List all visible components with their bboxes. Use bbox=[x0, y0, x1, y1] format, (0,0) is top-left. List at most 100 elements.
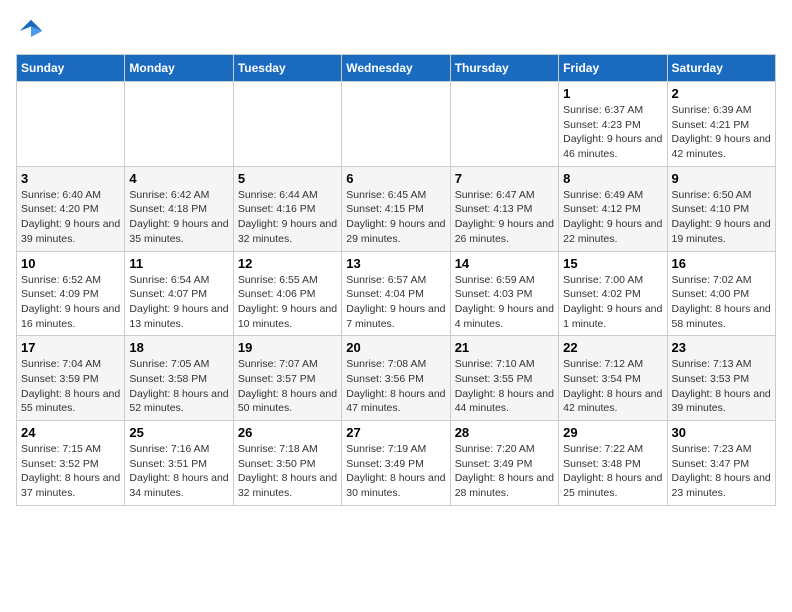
day-number: 17 bbox=[21, 340, 120, 355]
header-row: SundayMondayTuesdayWednesdayThursdayFrid… bbox=[17, 55, 776, 82]
calendar-header: SundayMondayTuesdayWednesdayThursdayFrid… bbox=[17, 55, 776, 82]
day-number: 2 bbox=[672, 86, 771, 101]
calendar-cell bbox=[233, 82, 341, 167]
calendar-week-row: 1Sunrise: 6:37 AMSunset: 4:23 PMDaylight… bbox=[17, 82, 776, 167]
calendar-cell: 20 Sunrise: 7:08 AMSunset: 3:56 PMDayligh… bbox=[342, 336, 450, 421]
day-info: Sunrise: 7:19 AMSunset: 3:49 PMDaylight:… bbox=[346, 442, 445, 501]
day-info: Sunrise: 6:54 AMSunset: 4:07 PMDaylight:… bbox=[129, 273, 228, 332]
calendar-cell: 2 Sunrise: 6:39 AMSunset: 4:21 PMDaylight… bbox=[667, 82, 775, 167]
calendar-cell: 7Sunrise: 6:47 AMSunset: 4:13 PMDaylight… bbox=[450, 166, 558, 251]
calendar-week-row: 3 Sunrise: 6:40 AMSunset: 4:20 PMDaylight… bbox=[17, 166, 776, 251]
calendar-cell: 28 Sunrise: 7:20 AMSunset: 3:49 PMDayligh… bbox=[450, 421, 558, 506]
calendar-cell: 23 Sunrise: 7:13 AMSunset: 3:53 PMDayligh… bbox=[667, 336, 775, 421]
header-day: Friday bbox=[559, 55, 667, 82]
calendar-week-row: 17 Sunrise: 7:04 AMSunset: 3:59 PMDayligh… bbox=[17, 336, 776, 421]
day-number: 13 bbox=[346, 256, 445, 271]
day-info: Sunrise: 7:15 AMSunset: 3:52 PMDaylight:… bbox=[21, 442, 120, 501]
calendar-cell: 19Sunrise: 7:07 AMSunset: 3:57 PMDayligh… bbox=[233, 336, 341, 421]
day-number: 16 bbox=[672, 256, 771, 271]
day-info: Sunrise: 6:39 AMSunset: 4:21 PMDaylight:… bbox=[672, 103, 771, 162]
calendar-cell: 16 Sunrise: 7:02 AMSunset: 4:00 PMDayligh… bbox=[667, 251, 775, 336]
calendar-cell: 30 Sunrise: 7:23 AMSunset: 3:47 PMDayligh… bbox=[667, 421, 775, 506]
day-number: 9 bbox=[672, 171, 771, 186]
calendar-cell bbox=[342, 82, 450, 167]
day-number: 4 bbox=[129, 171, 228, 186]
day-number: 20 bbox=[346, 340, 445, 355]
day-info: Sunrise: 6:50 AMSunset: 4:10 PMDaylight:… bbox=[672, 188, 771, 247]
day-info: Sunrise: 6:37 AMSunset: 4:23 PMDaylight:… bbox=[563, 103, 662, 162]
calendar-cell: 6 Sunrise: 6:45 AMSunset: 4:15 PMDaylight… bbox=[342, 166, 450, 251]
day-number: 3 bbox=[21, 171, 120, 186]
calendar-cell bbox=[17, 82, 125, 167]
calendar-cell: 29 Sunrise: 7:22 AMSunset: 3:48 PMDayligh… bbox=[559, 421, 667, 506]
day-info: Sunrise: 7:13 AMSunset: 3:53 PMDaylight:… bbox=[672, 357, 771, 416]
header-day: Sunday bbox=[17, 55, 125, 82]
calendar-cell: 10 Sunrise: 6:52 AMSunset: 4:09 PMDayligh… bbox=[17, 251, 125, 336]
day-number: 26 bbox=[238, 425, 337, 440]
calendar-cell: 11Sunrise: 6:54 AMSunset: 4:07 PMDayligh… bbox=[125, 251, 233, 336]
calendar-cell: 13Sunrise: 6:57 AMSunset: 4:04 PMDayligh… bbox=[342, 251, 450, 336]
day-number: 12 bbox=[238, 256, 337, 271]
header-day: Thursday bbox=[450, 55, 558, 82]
day-number: 27 bbox=[346, 425, 445, 440]
day-info: Sunrise: 7:23 AMSunset: 3:47 PMDaylight:… bbox=[672, 442, 771, 501]
day-number: 22 bbox=[563, 340, 662, 355]
calendar-body: 1Sunrise: 6:37 AMSunset: 4:23 PMDaylight… bbox=[17, 82, 776, 506]
day-number: 23 bbox=[672, 340, 771, 355]
day-number: 25 bbox=[129, 425, 228, 440]
day-number: 29 bbox=[563, 425, 662, 440]
calendar-cell: 27 Sunrise: 7:19 AMSunset: 3:49 PMDayligh… bbox=[342, 421, 450, 506]
day-info: Sunrise: 7:22 AMSunset: 3:48 PMDaylight:… bbox=[563, 442, 662, 501]
page-header bbox=[16, 16, 776, 46]
calendar-cell: 22 Sunrise: 7:12 AMSunset: 3:54 PMDayligh… bbox=[559, 336, 667, 421]
day-info: Sunrise: 7:16 AMSunset: 3:51 PMDaylight:… bbox=[129, 442, 228, 501]
calendar-cell: 5Sunrise: 6:44 AMSunset: 4:16 PMDaylight… bbox=[233, 166, 341, 251]
header-day: Monday bbox=[125, 55, 233, 82]
day-info: Sunrise: 7:12 AMSunset: 3:54 PMDaylight:… bbox=[563, 357, 662, 416]
calendar-cell: 12 Sunrise: 6:55 AMSunset: 4:06 PMDayligh… bbox=[233, 251, 341, 336]
header-day: Wednesday bbox=[342, 55, 450, 82]
calendar-week-row: 24 Sunrise: 7:15 AMSunset: 3:52 PMDayligh… bbox=[17, 421, 776, 506]
calendar-cell: 26 Sunrise: 7:18 AMSunset: 3:50 PMDayligh… bbox=[233, 421, 341, 506]
header-day: Saturday bbox=[667, 55, 775, 82]
calendar-cell: 9 Sunrise: 6:50 AMSunset: 4:10 PMDaylight… bbox=[667, 166, 775, 251]
day-info: Sunrise: 7:10 AMSunset: 3:55 PMDaylight:… bbox=[455, 357, 554, 416]
day-info: Sunrise: 7:20 AMSunset: 3:49 PMDaylight:… bbox=[455, 442, 554, 501]
logo-icon bbox=[16, 16, 46, 46]
day-info: Sunrise: 6:49 AMSunset: 4:12 PMDaylight:… bbox=[563, 188, 662, 247]
day-number: 18 bbox=[129, 340, 228, 355]
calendar-cell: 1Sunrise: 6:37 AMSunset: 4:23 PMDaylight… bbox=[559, 82, 667, 167]
day-info: Sunrise: 7:02 AMSunset: 4:00 PMDaylight:… bbox=[672, 273, 771, 332]
calendar-cell: 25 Sunrise: 7:16 AMSunset: 3:51 PMDayligh… bbox=[125, 421, 233, 506]
day-info: Sunrise: 6:40 AMSunset: 4:20 PMDaylight:… bbox=[21, 188, 120, 247]
day-info: Sunrise: 7:08 AMSunset: 3:56 PMDaylight:… bbox=[346, 357, 445, 416]
header-day: Tuesday bbox=[233, 55, 341, 82]
calendar-cell: 24 Sunrise: 7:15 AMSunset: 3:52 PMDayligh… bbox=[17, 421, 125, 506]
calendar-cell: 8 Sunrise: 6:49 AMSunset: 4:12 PMDaylight… bbox=[559, 166, 667, 251]
day-info: Sunrise: 6:55 AMSunset: 4:06 PMDaylight:… bbox=[238, 273, 337, 332]
day-number: 15 bbox=[563, 256, 662, 271]
day-number: 28 bbox=[455, 425, 554, 440]
day-info: Sunrise: 7:18 AMSunset: 3:50 PMDaylight:… bbox=[238, 442, 337, 501]
day-number: 30 bbox=[672, 425, 771, 440]
day-number: 21 bbox=[455, 340, 554, 355]
calendar-week-row: 10 Sunrise: 6:52 AMSunset: 4:09 PMDayligh… bbox=[17, 251, 776, 336]
day-info: Sunrise: 7:00 AMSunset: 4:02 PMDaylight:… bbox=[563, 273, 662, 332]
calendar-cell: 17 Sunrise: 7:04 AMSunset: 3:59 PMDayligh… bbox=[17, 336, 125, 421]
day-info: Sunrise: 6:47 AMSunset: 4:13 PMDaylight:… bbox=[455, 188, 554, 247]
day-number: 10 bbox=[21, 256, 120, 271]
calendar-cell bbox=[125, 82, 233, 167]
day-info: Sunrise: 6:59 AMSunset: 4:03 PMDaylight:… bbox=[455, 273, 554, 332]
day-number: 24 bbox=[21, 425, 120, 440]
day-number: 8 bbox=[563, 171, 662, 186]
day-number: 6 bbox=[346, 171, 445, 186]
day-info: Sunrise: 6:44 AMSunset: 4:16 PMDaylight:… bbox=[238, 188, 337, 247]
day-info: Sunrise: 6:52 AMSunset: 4:09 PMDaylight:… bbox=[21, 273, 120, 332]
calendar-table: SundayMondayTuesdayWednesdayThursdayFrid… bbox=[16, 54, 776, 506]
calendar-cell: 14Sunrise: 6:59 AMSunset: 4:03 PMDayligh… bbox=[450, 251, 558, 336]
day-number: 19 bbox=[238, 340, 337, 355]
calendar-cell: 4Sunrise: 6:42 AMSunset: 4:18 PMDaylight… bbox=[125, 166, 233, 251]
day-info: Sunrise: 7:04 AMSunset: 3:59 PMDaylight:… bbox=[21, 357, 120, 416]
calendar-cell: 21 Sunrise: 7:10 AMSunset: 3:55 PMDayligh… bbox=[450, 336, 558, 421]
day-info: Sunrise: 6:45 AMSunset: 4:15 PMDaylight:… bbox=[346, 188, 445, 247]
